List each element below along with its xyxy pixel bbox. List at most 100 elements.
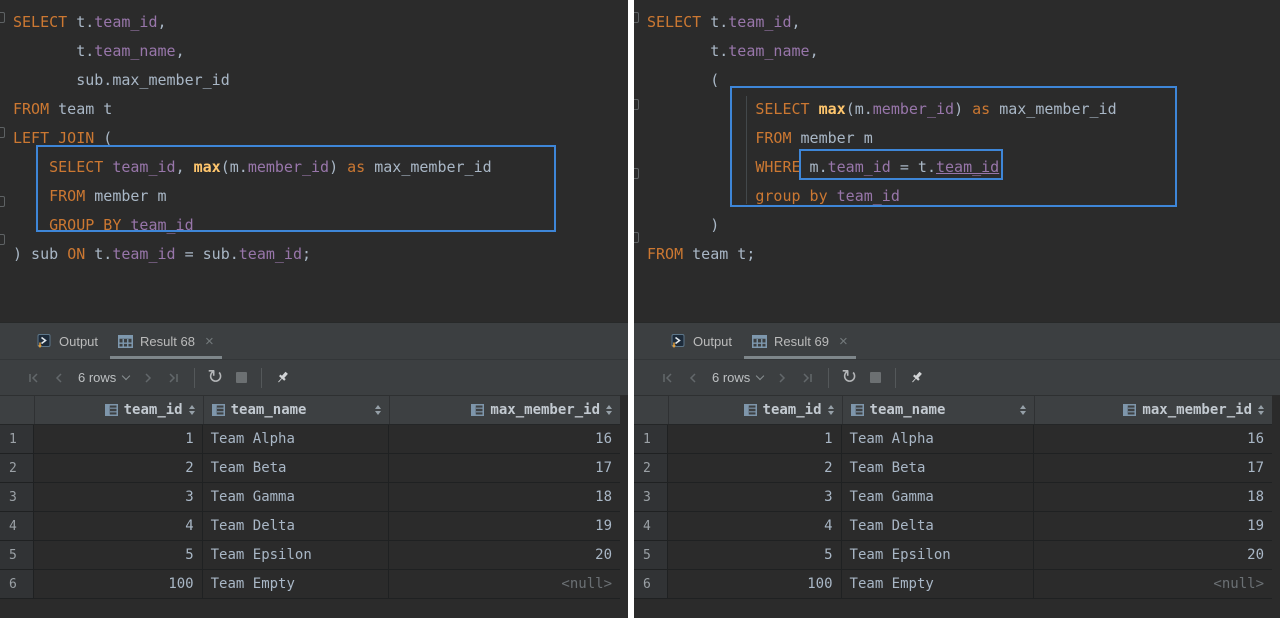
table-row[interactable]: 4 4 Team Delta 19 — [634, 512, 1272, 541]
cell-max-member-id[interactable]: 17 — [1034, 454, 1272, 482]
rows-count-dropdown[interactable]: 6 rows — [712, 370, 765, 385]
cell-team-id[interactable]: 1 — [34, 425, 203, 453]
row-number[interactable]: 2 — [0, 454, 34, 482]
cell-team-id[interactable]: 4 — [668, 512, 842, 540]
cell-max-member-id[interactable]: 20 — [389, 541, 620, 569]
table-row[interactable]: 1 1 Team Alpha 16 — [634, 425, 1272, 454]
rows-count-dropdown[interactable]: 6 rows — [78, 370, 131, 385]
statement-gutter-marker[interactable] — [0, 12, 5, 23]
sort-icon[interactable] — [375, 405, 382, 415]
row-number[interactable]: 4 — [634, 512, 668, 540]
sort-icon[interactable] — [606, 405, 612, 415]
cell-team-name[interactable]: Team Beta — [203, 454, 390, 482]
cell-team-name[interactable]: Team Alpha — [842, 425, 1034, 453]
cell-max-member-id[interactable]: 16 — [1034, 425, 1272, 453]
cell-team-name[interactable]: Team Delta — [203, 512, 390, 540]
cell-max-member-id[interactable]: <null> — [1034, 570, 1272, 598]
cell-team-id[interactable]: 100 — [668, 570, 842, 598]
sort-icon[interactable] — [1258, 405, 1264, 415]
cell-team-name[interactable]: Team Beta — [842, 454, 1034, 482]
cell-max-member-id[interactable]: 18 — [1034, 483, 1272, 511]
cell-team-id[interactable]: 2 — [668, 454, 842, 482]
row-number[interactable]: 6 — [634, 570, 668, 598]
statement-gutter-marker[interactable] — [634, 12, 639, 23]
cell-team-name[interactable]: Team Empty — [842, 570, 1034, 598]
cell-team-name[interactable]: Team Epsilon — [203, 541, 390, 569]
tab-output[interactable]: Output — [660, 323, 742, 359]
close-icon[interactable]: × — [839, 334, 848, 349]
cell-team-name[interactable]: Team Delta — [842, 512, 1034, 540]
row-number[interactable]: 1 — [0, 425, 34, 453]
pin-tab-button[interactable] — [269, 366, 295, 390]
cell-team-name[interactable]: Team Empty — [203, 570, 390, 598]
row-number[interactable]: 5 — [634, 541, 668, 569]
table-row[interactable]: 3 3 Team Gamma 18 — [0, 483, 620, 512]
pin-tab-button[interactable] — [903, 366, 929, 390]
row-number[interactable]: 6 — [0, 570, 34, 598]
cell-team-id[interactable]: 3 — [668, 483, 842, 511]
cell-team-name[interactable]: Team Gamma — [203, 483, 390, 511]
statement-gutter-marker[interactable] — [0, 234, 5, 245]
first-page-button[interactable] — [654, 366, 680, 390]
row-number[interactable]: 1 — [634, 425, 668, 453]
previous-page-button[interactable] — [680, 366, 706, 390]
cell-team-id[interactable]: 100 — [34, 570, 203, 598]
last-page-button[interactable] — [161, 366, 187, 390]
tab-output[interactable]: Output — [26, 323, 108, 359]
cell-max-member-id[interactable]: 19 — [1034, 512, 1272, 540]
sort-icon[interactable] — [1019, 405, 1026, 415]
sort-icon[interactable] — [827, 405, 834, 415]
row-number[interactable]: 5 — [0, 541, 34, 569]
stop-query-button[interactable] — [862, 366, 888, 390]
statement-gutter-marker[interactable] — [634, 168, 639, 179]
statement-gutter-marker[interactable] — [0, 196, 5, 207]
statement-gutter-marker[interactable] — [0, 127, 5, 138]
tab-result[interactable]: Result 69 × — [742, 323, 858, 359]
table-row[interactable]: 4 4 Team Delta 19 — [0, 512, 620, 541]
sql-editor[interactable]: SELECT t.team_id, t.team_name, sub.max_m… — [0, 0, 628, 322]
previous-page-button[interactable] — [46, 366, 72, 390]
sort-icon[interactable] — [188, 405, 195, 415]
column-header-max-member-id[interactable]: max_member_id — [389, 396, 620, 424]
table-row[interactable]: 1 1 Team Alpha 16 — [0, 425, 620, 454]
table-row[interactable]: 3 3 Team Gamma 18 — [634, 483, 1272, 512]
statement-gutter-marker[interactable] — [634, 232, 639, 243]
row-number[interactable]: 4 — [0, 512, 34, 540]
cell-team-id[interactable]: 5 — [668, 541, 842, 569]
cell-team-name[interactable]: Team Gamma — [842, 483, 1034, 511]
column-header-team-id[interactable]: team_id — [34, 396, 203, 424]
reload-query-button[interactable]: ↻ — [836, 366, 862, 390]
table-row[interactable]: 5 5 Team Epsilon 20 — [634, 541, 1272, 570]
close-icon[interactable]: × — [205, 334, 214, 349]
next-page-button[interactable] — [769, 366, 795, 390]
cell-team-id[interactable]: 5 — [34, 541, 203, 569]
table-row[interactable]: 2 2 Team Beta 17 — [634, 454, 1272, 483]
cell-max-member-id[interactable]: 19 — [389, 512, 620, 540]
next-page-button[interactable] — [135, 366, 161, 390]
cell-team-name[interactable]: Team Alpha — [203, 425, 390, 453]
stop-query-button[interactable] — [228, 366, 254, 390]
table-row[interactable]: 6 100 Team Empty <null> — [0, 570, 620, 599]
reload-query-button[interactable]: ↻ — [202, 366, 228, 390]
cell-team-id[interactable]: 2 — [34, 454, 203, 482]
cell-team-id[interactable]: 1 — [668, 425, 842, 453]
cell-team-name[interactable]: Team Epsilon — [842, 541, 1034, 569]
cell-team-id[interactable]: 4 — [34, 512, 203, 540]
column-header-team-name[interactable]: team_name — [202, 396, 390, 424]
first-page-button[interactable] — [20, 366, 46, 390]
cell-max-member-id[interactable]: 18 — [389, 483, 620, 511]
column-header-max-member-id[interactable]: max_member_id — [1033, 396, 1272, 424]
column-header-team-name[interactable]: team_name — [841, 396, 1034, 424]
cell-max-member-id[interactable]: 20 — [1034, 541, 1272, 569]
cell-max-member-id[interactable]: 16 — [389, 425, 620, 453]
row-number[interactable]: 3 — [0, 483, 34, 511]
cell-max-member-id[interactable]: 17 — [389, 454, 620, 482]
sql-editor[interactable]: SELECT t.team_id, t.team_name, ( SELECT … — [634, 0, 1280, 322]
row-number[interactable]: 3 — [634, 483, 668, 511]
cell-max-member-id[interactable]: <null> — [389, 570, 620, 598]
table-row[interactable]: 2 2 Team Beta 17 — [0, 454, 620, 483]
statement-gutter-marker[interactable] — [634, 99, 639, 110]
row-number[interactable]: 2 — [634, 454, 668, 482]
last-page-button[interactable] — [795, 366, 821, 390]
table-row[interactable]: 6 100 Team Empty <null> — [634, 570, 1272, 599]
